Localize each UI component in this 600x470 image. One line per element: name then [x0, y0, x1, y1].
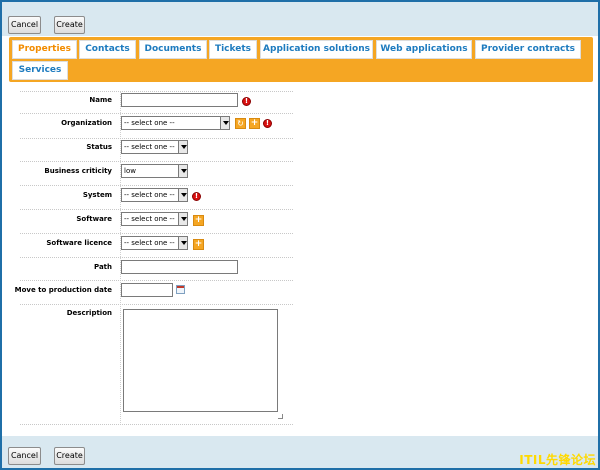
name-label: Name: [89, 96, 112, 104]
row-divider: [20, 138, 293, 139]
row-divider: [20, 424, 293, 425]
resize-handle-icon[interactable]: [278, 414, 283, 419]
chevron-down-icon: [178, 189, 187, 201]
path-field[interactable]: [121, 260, 238, 274]
system-select[interactable]: -- select one --: [121, 188, 188, 202]
tab-properties[interactable]: Properties: [12, 40, 77, 59]
bottom-toolbar: Cancel Create: [2, 436, 598, 468]
chevron-down-icon: [178, 141, 187, 153]
tab-documents[interactable]: Documents: [139, 40, 207, 59]
move-to-production-date-label: Move to production date: [14, 286, 112, 294]
refresh-icon[interactable]: ↻: [235, 118, 246, 129]
description-textarea[interactable]: [123, 309, 278, 412]
create-button-bottom[interactable]: Create: [54, 447, 85, 465]
row-divider: [20, 304, 293, 305]
tab-provider-contracts[interactable]: Provider contracts: [475, 40, 581, 59]
tab-web-applications[interactable]: Web applications: [376, 40, 472, 59]
plus-icon[interactable]: +: [249, 118, 260, 129]
chevron-down-icon: [178, 165, 187, 177]
system-select-value: -- select one --: [124, 191, 175, 199]
chevron-down-icon: [178, 237, 187, 249]
software-licence-select[interactable]: -- select one --: [121, 236, 188, 250]
plus-icon[interactable]: +: [193, 239, 204, 250]
software-label: Software: [76, 215, 112, 223]
organization-label: Organization: [61, 119, 112, 127]
create-button-top[interactable]: Create: [54, 16, 85, 34]
row-divider: [20, 280, 293, 281]
organization-select[interactable]: -- select one --: [121, 116, 230, 130]
organization-select-value: -- select one --: [124, 119, 175, 127]
cancel-button-bottom[interactable]: Cancel: [8, 447, 41, 465]
tab-services[interactable]: Services: [12, 61, 68, 80]
business-criticity-select[interactable]: low: [121, 164, 188, 178]
chevron-down-icon: [178, 213, 187, 225]
row-divider: [20, 113, 293, 114]
chevron-down-icon: [220, 117, 229, 129]
status-label: Status: [86, 143, 112, 151]
tab-bar: Properties Contacts Documents Tickets Ap…: [9, 37, 593, 82]
software-select[interactable]: -- select one --: [121, 212, 188, 226]
path-label: Path: [94, 263, 112, 271]
top-toolbar: Cancel Create: [2, 2, 598, 36]
description-label: Description: [66, 309, 112, 317]
business-criticity-label: Business criticity: [44, 167, 112, 175]
business-criticity-select-value: low: [124, 167, 136, 175]
tab-application-solutions[interactable]: Application solutions: [260, 40, 373, 59]
watermark-text: ITIL先锋论坛: [519, 453, 596, 467]
software-select-value: -- select one --: [124, 215, 175, 223]
cancel-button-top[interactable]: Cancel: [8, 16, 41, 34]
software-licence-select-value: -- select one --: [124, 239, 175, 247]
exclamation-icon: !: [242, 97, 251, 106]
status-select[interactable]: -- select one --: [121, 140, 188, 154]
tab-tickets[interactable]: Tickets: [209, 40, 257, 59]
row-divider: [20, 91, 293, 92]
exclamation-icon: !: [192, 192, 201, 201]
software-licence-label: Software licence: [46, 239, 112, 247]
window-frame: Cancel Create Properties Contacts Docume…: [0, 0, 600, 470]
calendar-icon[interactable]: [176, 285, 185, 294]
name-field[interactable]: [121, 93, 238, 107]
row-divider: [20, 185, 293, 186]
row-divider: [20, 233, 293, 234]
status-select-value: -- select one --: [124, 143, 175, 151]
row-divider: [20, 161, 293, 162]
move-to-production-date-field[interactable]: [121, 283, 173, 297]
row-divider: [20, 209, 293, 210]
tab-contacts[interactable]: Contacts: [79, 40, 136, 59]
exclamation-icon: !: [263, 119, 272, 128]
plus-icon[interactable]: +: [193, 215, 204, 226]
row-divider: [20, 257, 293, 258]
system-label: System: [82, 191, 112, 199]
